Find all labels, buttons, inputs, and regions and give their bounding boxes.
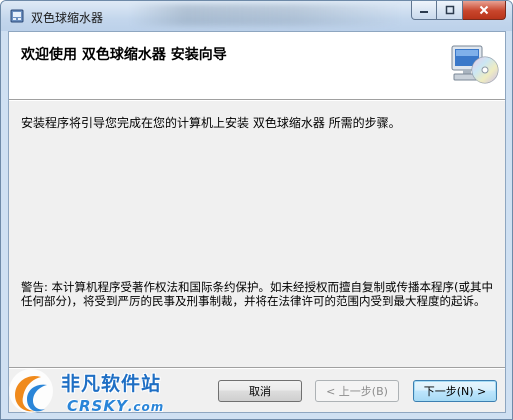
header-separator xyxy=(9,100,505,101)
wizard-header: 欢迎使用 双色球缩水器 安装向导 xyxy=(9,32,505,100)
title-bar[interactable]: 双色球缩水器 xyxy=(1,1,512,31)
maximize-icon xyxy=(445,5,454,15)
installer-window: 双色球缩水器 欢迎使用 双色球缩水器 安装向导 安装程序将引导您完成在您的计算机… xyxy=(0,0,513,420)
window-title: 双色球缩水器 xyxy=(31,11,104,25)
page-title: 欢迎使用 双色球缩水器 安装向导 xyxy=(21,47,227,63)
minimize-icon xyxy=(420,11,428,13)
watermark-cn-text: 非凡软件站 xyxy=(61,373,162,395)
watermark-en-suffix: .com xyxy=(127,400,165,414)
close-icon xyxy=(479,5,489,15)
window-controls xyxy=(411,1,506,20)
next-button[interactable]: 下一步(N) > xyxy=(413,380,497,402)
computer-cd-icon xyxy=(451,45,499,84)
minimize-button[interactable] xyxy=(411,1,437,20)
copyright-warning: 警告: 本计算机程序受著作权法和国际条约保护。如未经授权而擅自复制或传播本程序(… xyxy=(21,280,494,308)
intro-text: 安装程序将引导您完成在您的计算机上安装 双色球缩水器 所需的步骤。 xyxy=(21,116,401,130)
watermark-en-text: CRSKY.com xyxy=(67,397,164,415)
cancel-button[interactable]: 取消 xyxy=(218,380,302,402)
app-icon xyxy=(10,9,24,23)
watermark-en-name: CRSKY xyxy=(67,397,128,415)
wizard-client-area: 欢迎使用 双色球缩水器 安装向导 安装程序将引导您完成在您的计算机上安装 双色球… xyxy=(8,31,506,413)
title-bar-background xyxy=(131,4,401,26)
back-button[interactable]: < 上一步(B) xyxy=(315,380,399,402)
close-button[interactable] xyxy=(463,1,506,20)
crsky-logo-icon xyxy=(9,369,53,413)
maximize-button[interactable] xyxy=(437,1,463,20)
site-watermark: 非凡软件站 CRSKY.com xyxy=(1,363,191,419)
